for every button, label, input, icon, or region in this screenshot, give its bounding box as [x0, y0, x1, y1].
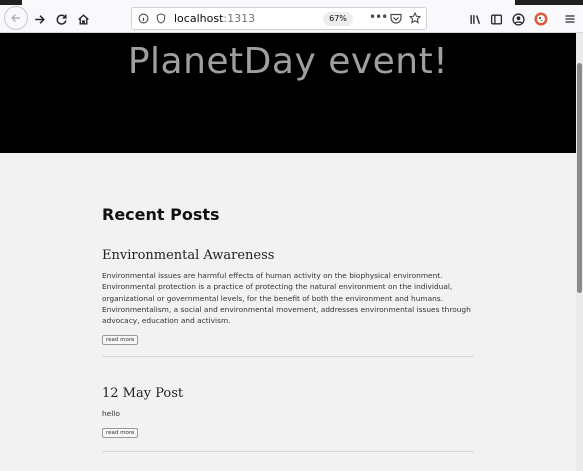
menu-button[interactable]: [559, 8, 581, 30]
browser-toolbar: localhost:1313 67% •••: [0, 5, 583, 33]
back-icon: [11, 14, 20, 22]
url-port: :1313: [223, 12, 256, 25]
page-viewport: PlanetDay event! Recent Posts Environmen…: [0, 33, 576, 471]
post-divider: [102, 451, 474, 452]
home-icon: [77, 13, 89, 25]
account-button[interactable]: [507, 8, 529, 30]
library-button[interactable]: [464, 8, 486, 30]
post-item: 12 May Post hello read more: [102, 386, 474, 439]
reload-icon: [56, 14, 67, 25]
url-host: localhost: [174, 12, 224, 25]
account-icon: [511, 12, 525, 26]
scrollbar-thumb[interactable]: [577, 63, 582, 293]
duckduckgo-button[interactable]: [530, 8, 552, 30]
url-text[interactable]: localhost:1313: [174, 12, 255, 25]
url-bar[interactable]: localhost:1313 67% •••: [131, 7, 427, 30]
pocket-icon[interactable]: [390, 13, 402, 24]
page-scrollbar[interactable]: [576, 33, 583, 471]
reload-button[interactable]: [50, 8, 72, 30]
back-button[interactable]: [4, 6, 28, 30]
library-icon: [469, 14, 480, 24]
zoom-badge[interactable]: 67%: [323, 12, 353, 26]
duckduckgo-icon: [534, 12, 548, 26]
post-item: Environmental Awareness Environmental is…: [102, 248, 474, 346]
menu-icon: [565, 15, 575, 23]
read-more-button[interactable]: read more: [102, 335, 139, 346]
site-info-icon[interactable]: [138, 13, 149, 24]
post-title[interactable]: 12 May Post: [102, 386, 474, 401]
sidebar-icon: [490, 14, 502, 24]
bookmark-star-icon[interactable]: [409, 12, 421, 24]
recent-posts-heading: Recent Posts: [102, 205, 220, 224]
hero-banner: PlanetDay event!: [0, 33, 576, 153]
forward-icon: [34, 14, 45, 24]
forward-button[interactable]: [28, 8, 50, 30]
tracking-protection-icon[interactable]: [156, 13, 166, 24]
post-excerpt: hello: [102, 409, 120, 418]
read-more-button[interactable]: read more: [102, 428, 139, 439]
post-excerpt: Environmental issues are harmful effects…: [102, 271, 471, 326]
sidebar-button[interactable]: [485, 8, 507, 30]
home-button[interactable]: [72, 8, 94, 30]
post-divider: [102, 356, 474, 357]
hero-title: PlanetDay event!: [127, 41, 449, 82]
post-title[interactable]: Environmental Awareness: [102, 248, 474, 263]
page-actions-icon[interactable]: •••: [369, 10, 388, 24]
